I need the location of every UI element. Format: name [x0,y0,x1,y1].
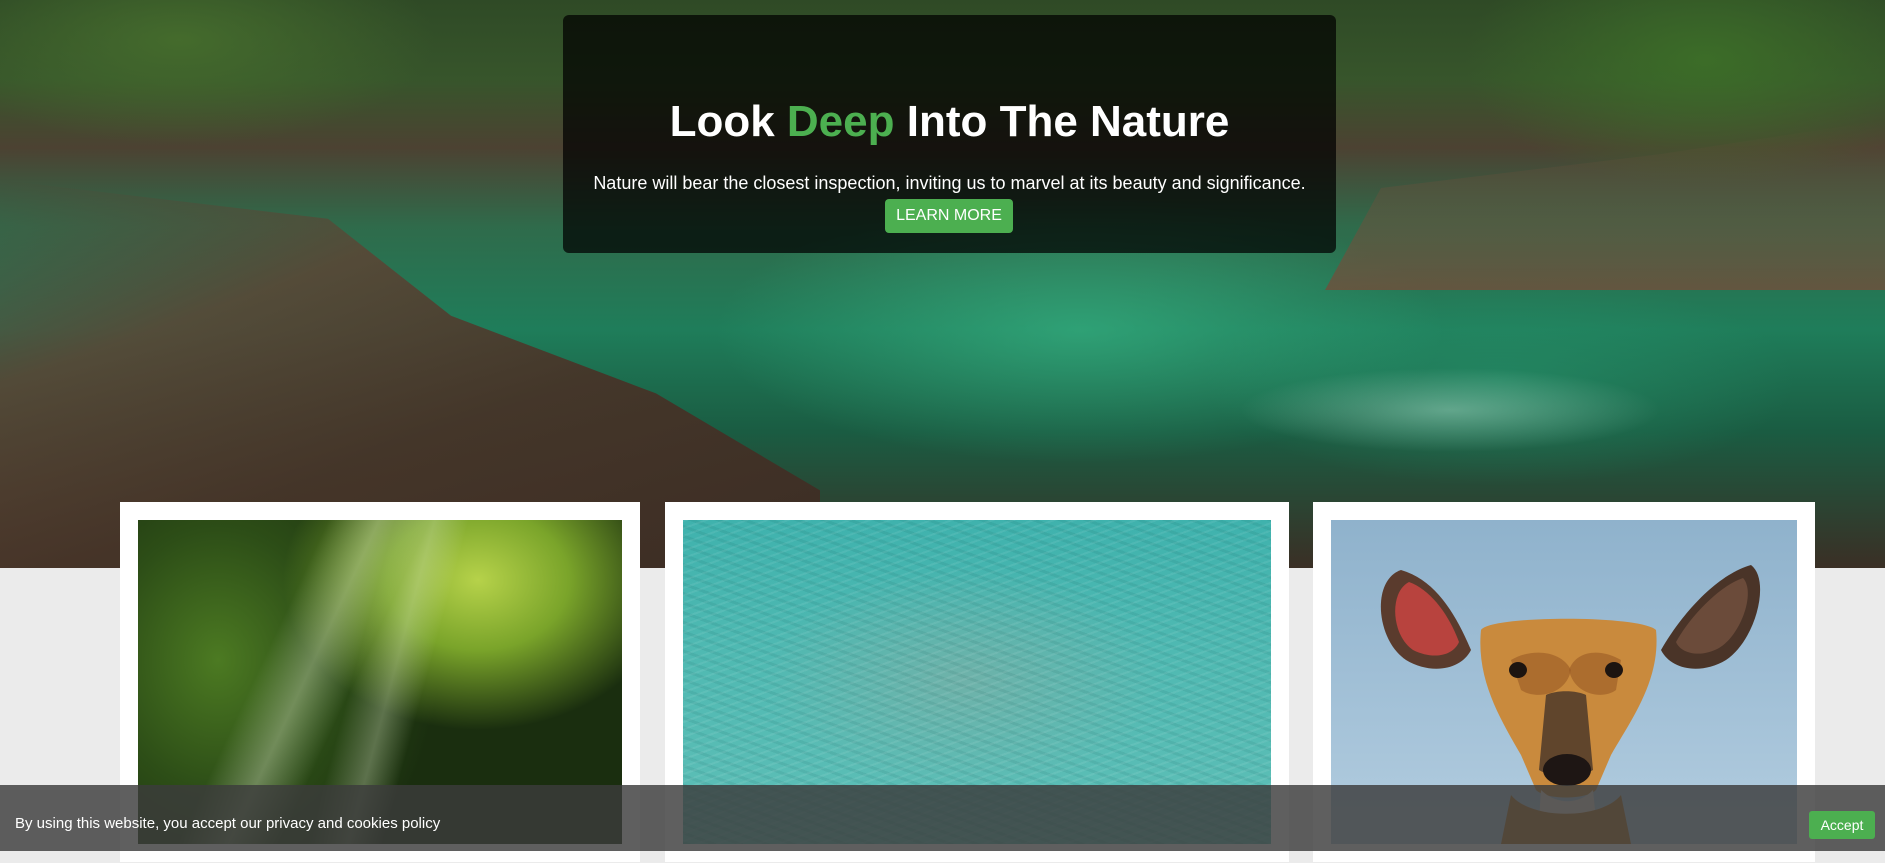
hero-background-foliage [0,0,620,200]
hero-title-part1: Look [669,97,787,146]
hero-title: Look Deep Into The Nature [563,97,1336,147]
hero-subtitle: Nature will bear the closest inspection,… [593,173,1306,193]
learn-more-button[interactable]: LEARN MORE [885,199,1013,233]
cookie-consent-bar: By using this website, you accept our pr… [0,785,1885,851]
hero-background-water [1150,330,1750,490]
hero-banner: Look Deep Into The Nature Nature will be… [0,0,1885,568]
hero-text-panel: Look Deep Into The Nature Nature will be… [563,15,1336,253]
hero-title-part2: Into The Nature [894,97,1230,146]
cookie-policy-text: By using this website, you accept our pr… [15,815,441,832]
hero-title-accent: Deep [786,97,895,146]
accept-cookies-button[interactable]: Accept [1809,811,1875,839]
